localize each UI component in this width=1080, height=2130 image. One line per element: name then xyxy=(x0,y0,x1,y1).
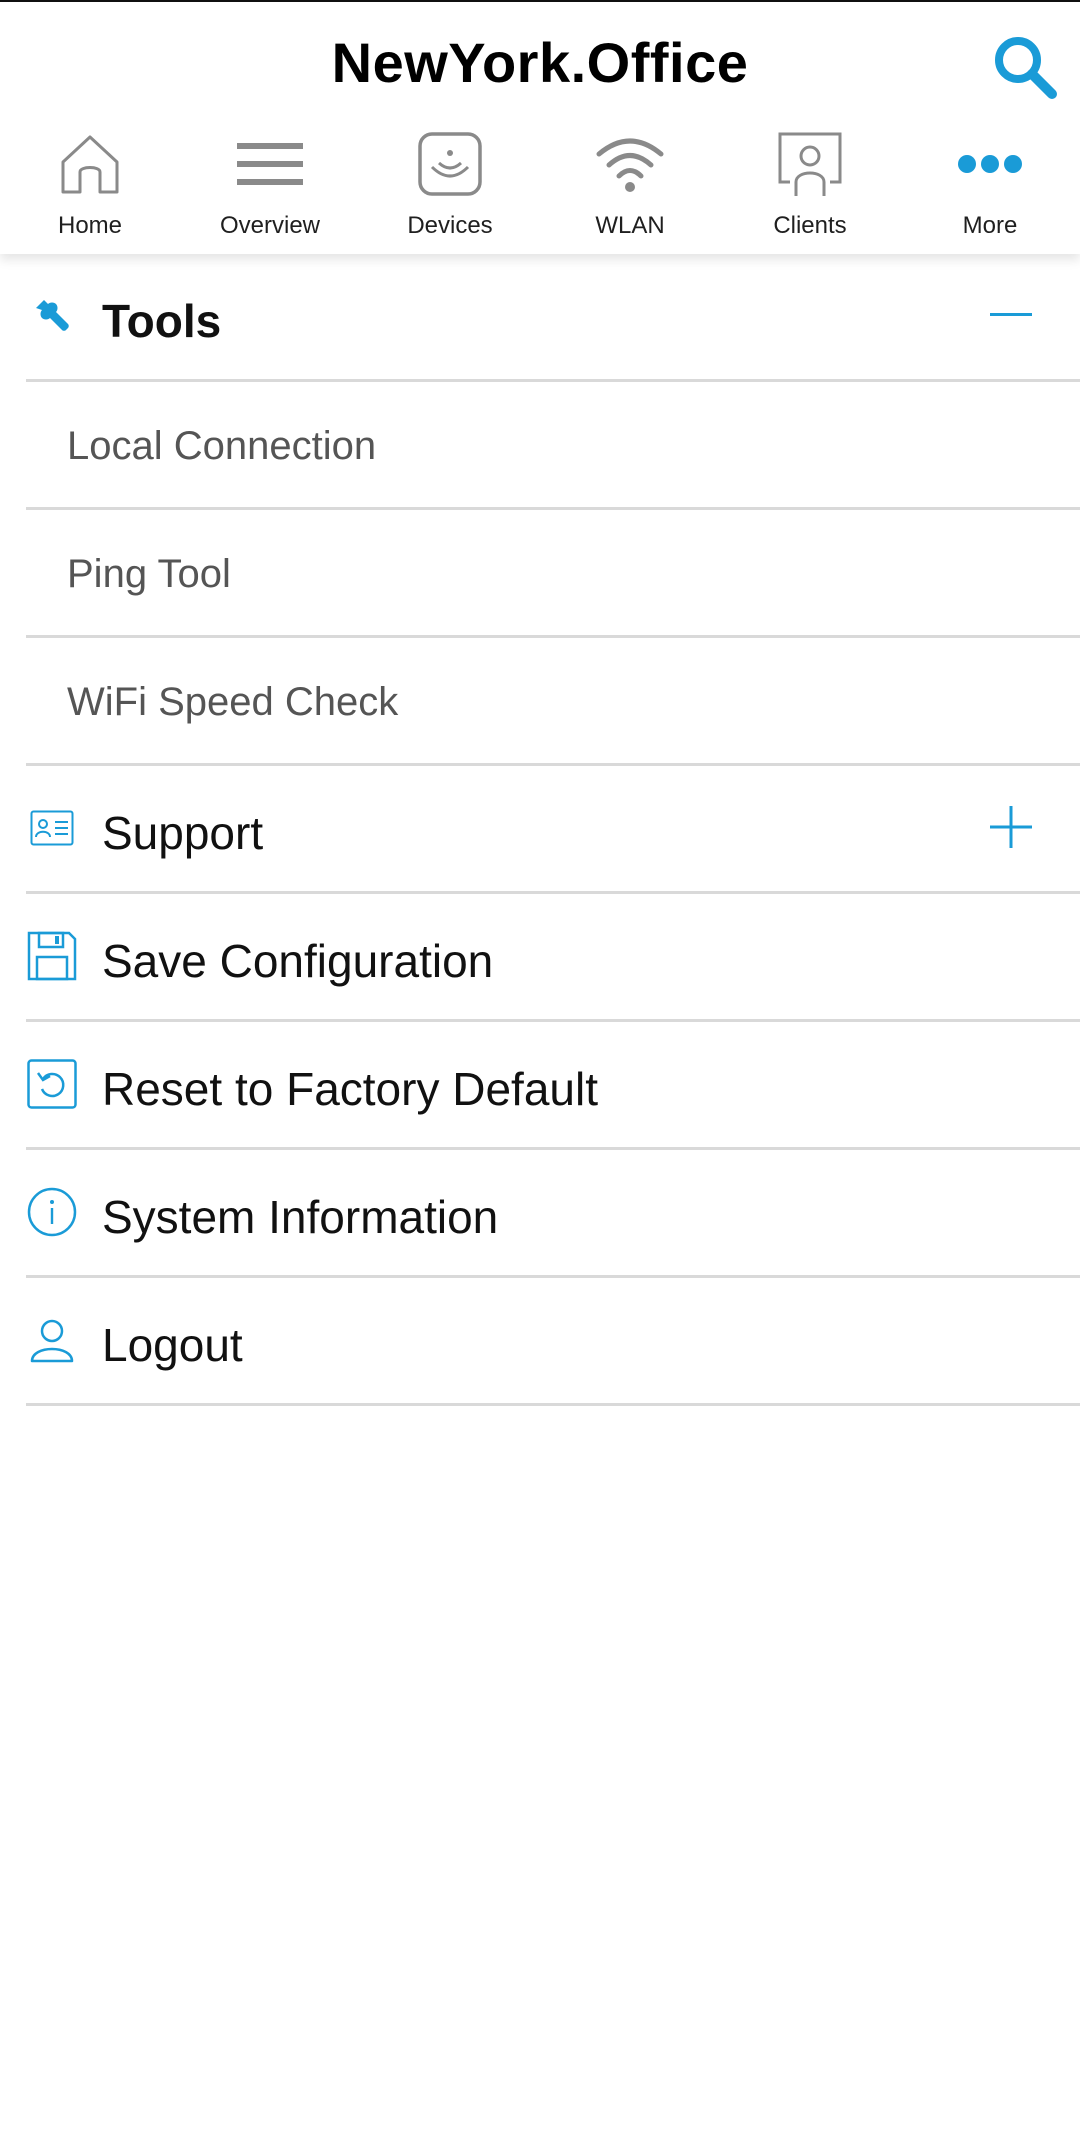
tab-overview-label: Overview xyxy=(219,212,321,239)
tab-more[interactable]: More xyxy=(900,122,1080,242)
menu-item-logout[interactable]: Logout xyxy=(26,1278,1080,1406)
search-icon xyxy=(995,37,1057,99)
tab-home-label: Home xyxy=(57,212,123,239)
menu-lines-icon xyxy=(237,143,303,185)
wrench-icon xyxy=(36,300,69,331)
submenu-item-ping-tool[interactable]: Ping Tool xyxy=(26,510,1080,638)
tab-clients-label: Clients xyxy=(773,212,847,239)
menu-item-save-label: Save Configuration xyxy=(102,935,494,987)
expand-toggle[interactable] xyxy=(986,802,1036,852)
plus-icon xyxy=(990,806,1032,848)
bottom-nav-tabs: Home Overview Devices WLAN Clients More xyxy=(0,122,1080,242)
wifi-icon xyxy=(596,138,664,192)
client-icon xyxy=(778,132,842,196)
info-icon xyxy=(27,1187,77,1237)
page-title: NewYork.Office xyxy=(331,31,749,94)
tab-wlan[interactable]: WLAN xyxy=(540,122,720,242)
menu-item-reset-factory-default[interactable]: Reset to Factory Default xyxy=(26,1022,1080,1150)
tab-overview[interactable]: Overview xyxy=(180,122,360,242)
tab-more-label: More xyxy=(962,212,1018,239)
search-button[interactable] xyxy=(990,32,1060,102)
submenu-item-label: WiFi Speed Check xyxy=(67,680,399,724)
menu-item-tools-label: Tools xyxy=(102,295,222,347)
access-point-icon xyxy=(418,132,482,196)
menu-item-tools[interactable]: Tools xyxy=(26,254,1080,382)
floppy-disk-icon xyxy=(27,931,77,981)
menu-item-support-label: Support xyxy=(102,807,264,859)
menu-item-logout-label: Logout xyxy=(102,1319,243,1371)
menu-item-system-information[interactable]: System Information xyxy=(26,1150,1080,1278)
tab-devices[interactable]: Devices xyxy=(360,122,540,242)
id-card-icon xyxy=(30,810,74,846)
tab-clients[interactable]: Clients xyxy=(720,122,900,242)
submenu-item-label: Local Connection xyxy=(67,424,377,468)
tab-wlan-label: WLAN xyxy=(595,212,665,239)
more-dots-icon xyxy=(958,155,1022,173)
user-icon xyxy=(30,1319,74,1363)
menu-item-save-configuration[interactable]: Save Configuration xyxy=(26,894,1080,1022)
menu-item-reset-label: Reset to Factory Default xyxy=(102,1063,598,1115)
submenu-item-wifi-speed-check[interactable]: WiFi Speed Check xyxy=(26,638,1080,766)
menu-item-support[interactable]: Support xyxy=(26,766,1080,894)
tab-home[interactable]: Home xyxy=(0,122,180,242)
reset-icon xyxy=(27,1059,77,1109)
app-header: NewYork.Office Home Overview Devices WLA… xyxy=(0,2,1080,254)
submenu-item-label: Ping Tool xyxy=(67,552,231,596)
home-icon xyxy=(61,135,119,194)
collapse-toggle[interactable] xyxy=(986,290,1036,340)
tab-devices-label: Devices xyxy=(407,212,493,239)
submenu-item-local-connection[interactable]: Local Connection xyxy=(26,382,1080,510)
minus-icon xyxy=(990,313,1032,316)
menu-item-sysinfo-label: System Information xyxy=(102,1191,499,1243)
